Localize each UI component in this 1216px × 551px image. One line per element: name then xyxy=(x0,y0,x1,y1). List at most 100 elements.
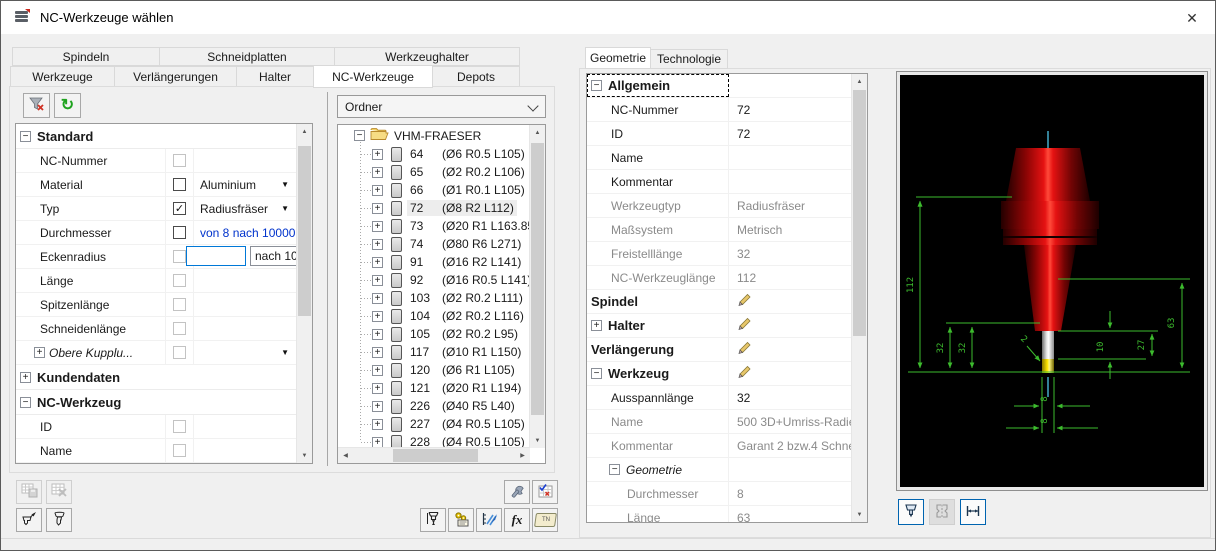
tab-werkzeughalter[interactable]: Werkzeughalter xyxy=(334,47,520,66)
checkbox[interactable] xyxy=(173,444,186,457)
filter-row-typ[interactable]: Typ ✓ Radiusfräser ▼ xyxy=(16,197,297,221)
coolant-simulation-button[interactable] xyxy=(476,508,502,532)
tree-item-66[interactable]: +66 (Ø1 R0.1 L105) xyxy=(339,181,530,199)
durchmesser-range-value[interactable]: von 8 nach 10000 xyxy=(194,221,297,244)
technology-data-button[interactable] xyxy=(448,508,474,532)
collapse-icon[interactable]: − xyxy=(591,80,602,91)
render-mode-toggle[interactable] xyxy=(898,499,924,525)
edit-nc-tool-button[interactable] xyxy=(16,508,42,532)
tree-item-120[interactable]: +120 (Ø6 R1 L105) xyxy=(339,361,530,379)
typ-value[interactable]: Radiusfräser xyxy=(200,202,268,216)
scroll-right-icon[interactable]: ▶ xyxy=(515,448,530,463)
tab-halter[interactable]: Halter xyxy=(236,66,314,87)
check-tools-button[interactable] xyxy=(532,480,558,504)
detail-row-ausspannlaenge[interactable]: Ausspannlänge 32 xyxy=(587,386,852,410)
close-icon[interactable]: ✕ xyxy=(1181,8,1203,28)
row-value[interactable]: 72 xyxy=(729,127,852,141)
checkbox[interactable] xyxy=(173,346,186,359)
expand-icon[interactable]: + xyxy=(372,166,383,178)
edit-pencil-icon[interactable] xyxy=(737,341,752,358)
detail-row-nc-nummer[interactable]: NC-Nummer 72 xyxy=(587,98,852,122)
tree-item-72-selected[interactable]: +72 (Ø8 R2 L112) xyxy=(339,199,530,217)
checkbox[interactable] xyxy=(173,274,186,287)
collapse-icon[interactable]: − xyxy=(609,464,620,475)
filter-row-laenge[interactable]: Länge xyxy=(16,269,297,293)
collapse-icon[interactable]: − xyxy=(20,130,31,142)
tree-item-104[interactable]: +104 (Ø2 R0.2 L116) xyxy=(339,307,530,325)
show-dimensions-toggle[interactable] xyxy=(960,499,986,525)
scrollbar-thumb[interactable] xyxy=(531,143,544,415)
tree-vscrollbar[interactable]: ▲ ▼ xyxy=(529,125,545,448)
scroll-up-icon[interactable]: ▲ xyxy=(530,125,545,140)
formula-button[interactable]: fx xyxy=(504,508,530,532)
filter-row-schneidenlaenge[interactable]: Schneidenlänge xyxy=(16,317,297,341)
folder-combobox[interactable]: Ordner xyxy=(337,95,546,118)
detail-grid-scrollbar[interactable]: ▲ ▼ xyxy=(851,74,867,522)
tree-item-92[interactable]: +92 (Ø16 R0.5 L141) xyxy=(339,271,530,289)
row-value[interactable]: 32 xyxy=(729,391,852,405)
filter-row-name[interactable]: Name xyxy=(16,439,297,463)
expand-icon[interactable]: + xyxy=(372,274,383,286)
filter-row-eckenradius[interactable]: Eckenradius nach 1000 xyxy=(16,245,297,269)
tool-dimensions-button[interactable] xyxy=(420,508,446,532)
tree-item-65[interactable]: +65 (Ø2 R0.2 L106) xyxy=(339,163,530,181)
tree-item-105[interactable]: +105 (Ø2 R0.2 L95) xyxy=(339,325,530,343)
clear-filter-button[interactable] xyxy=(23,93,50,118)
scroll-down-icon[interactable]: ▼ xyxy=(852,507,867,522)
copy-nc-tool-button[interactable] xyxy=(46,508,72,532)
filter-row-spitzenlaenge[interactable]: Spitzenlänge xyxy=(16,293,297,317)
tree-item-73[interactable]: +73 (Ø20 R1 L163.85) xyxy=(339,217,530,235)
expand-icon[interactable]: + xyxy=(372,400,383,412)
scroll-up-icon[interactable]: ▲ xyxy=(297,124,312,139)
filter-group-nc-werkzeug[interactable]: − NC-Werkzeug xyxy=(16,390,297,415)
row-value[interactable]: 72 xyxy=(729,103,852,117)
expand-icon[interactable]: + xyxy=(34,347,45,358)
expand-icon[interactable]: + xyxy=(372,148,383,160)
scroll-left-icon[interactable]: ◀ xyxy=(338,448,353,463)
scroll-down-icon[interactable]: ▼ xyxy=(297,448,312,463)
filter-group-standard[interactable]: − Standard xyxy=(16,124,297,149)
detail-group-allgemein[interactable]: − Allgemein xyxy=(587,74,852,98)
detail-row-name[interactable]: Name xyxy=(587,146,852,170)
dropdown-arrow-icon[interactable]: ▼ xyxy=(281,204,289,213)
scroll-down-icon[interactable]: ▼ xyxy=(530,433,545,448)
tab-spindeln[interactable]: Spindeln xyxy=(12,47,160,66)
dropdown-arrow-icon[interactable]: ▼ xyxy=(281,180,289,189)
detail-row-kommentar[interactable]: Kommentar xyxy=(587,170,852,194)
eckenradius-nach-box[interactable]: nach 1000 xyxy=(250,246,297,266)
collapse-icon[interactable]: − xyxy=(591,368,602,379)
tab-verlaengerungen[interactable]: Verlängerungen xyxy=(114,66,237,87)
checkbox-checked[interactable]: ✓ xyxy=(173,202,186,215)
expand-icon[interactable]: + xyxy=(372,436,383,448)
expand-icon[interactable]: + xyxy=(591,320,602,331)
edit-pencil-icon[interactable] xyxy=(737,293,752,310)
detail-group-werkzeug[interactable]: − Werkzeug xyxy=(587,362,852,386)
expand-icon[interactable]: + xyxy=(372,418,383,430)
tab-depots[interactable]: Depots xyxy=(432,66,520,87)
checkbox[interactable] xyxy=(173,250,186,263)
tree-item-227[interactable]: +227 (Ø4 R0.5 L105) xyxy=(339,415,530,433)
tree-item-117[interactable]: +117 (Ø10 R1 L150) xyxy=(339,343,530,361)
refresh-button[interactable]: ↻ xyxy=(54,93,81,118)
tool-number-tag-button[interactable]: TN xyxy=(532,508,558,532)
expand-icon[interactable]: + xyxy=(372,202,383,214)
expand-icon[interactable]: + xyxy=(372,364,383,376)
expand-icon[interactable]: + xyxy=(372,238,383,250)
expand-icon[interactable]: + xyxy=(372,328,383,340)
checkbox[interactable] xyxy=(173,178,186,191)
expand-icon[interactable]: + xyxy=(372,292,383,304)
checkbox[interactable] xyxy=(173,226,186,239)
material-value[interactable]: Aluminium xyxy=(200,178,256,192)
detail-row-id[interactable]: ID 72 xyxy=(587,122,852,146)
tree-item-228[interactable]: +228 (Ø4 R0.5 L105) xyxy=(339,433,530,448)
dropdown-arrow-icon[interactable]: ▼ xyxy=(281,348,289,357)
tree-item-103[interactable]: +103 (Ø2 R0.2 L111) xyxy=(339,289,530,307)
chevron-down-icon[interactable] xyxy=(527,100,539,112)
half-section-toggle[interactable] xyxy=(929,499,955,525)
tree-item-64[interactable]: +64 (Ø6 R0.5 L105) xyxy=(339,145,530,163)
expand-icon[interactable]: + xyxy=(20,371,31,383)
collapse-icon[interactable]: − xyxy=(354,130,365,141)
tree-item-91[interactable]: +91 (Ø16 R2 L141) xyxy=(339,253,530,271)
edit-pencil-icon[interactable] xyxy=(737,317,752,334)
expand-icon[interactable]: + xyxy=(372,382,383,394)
